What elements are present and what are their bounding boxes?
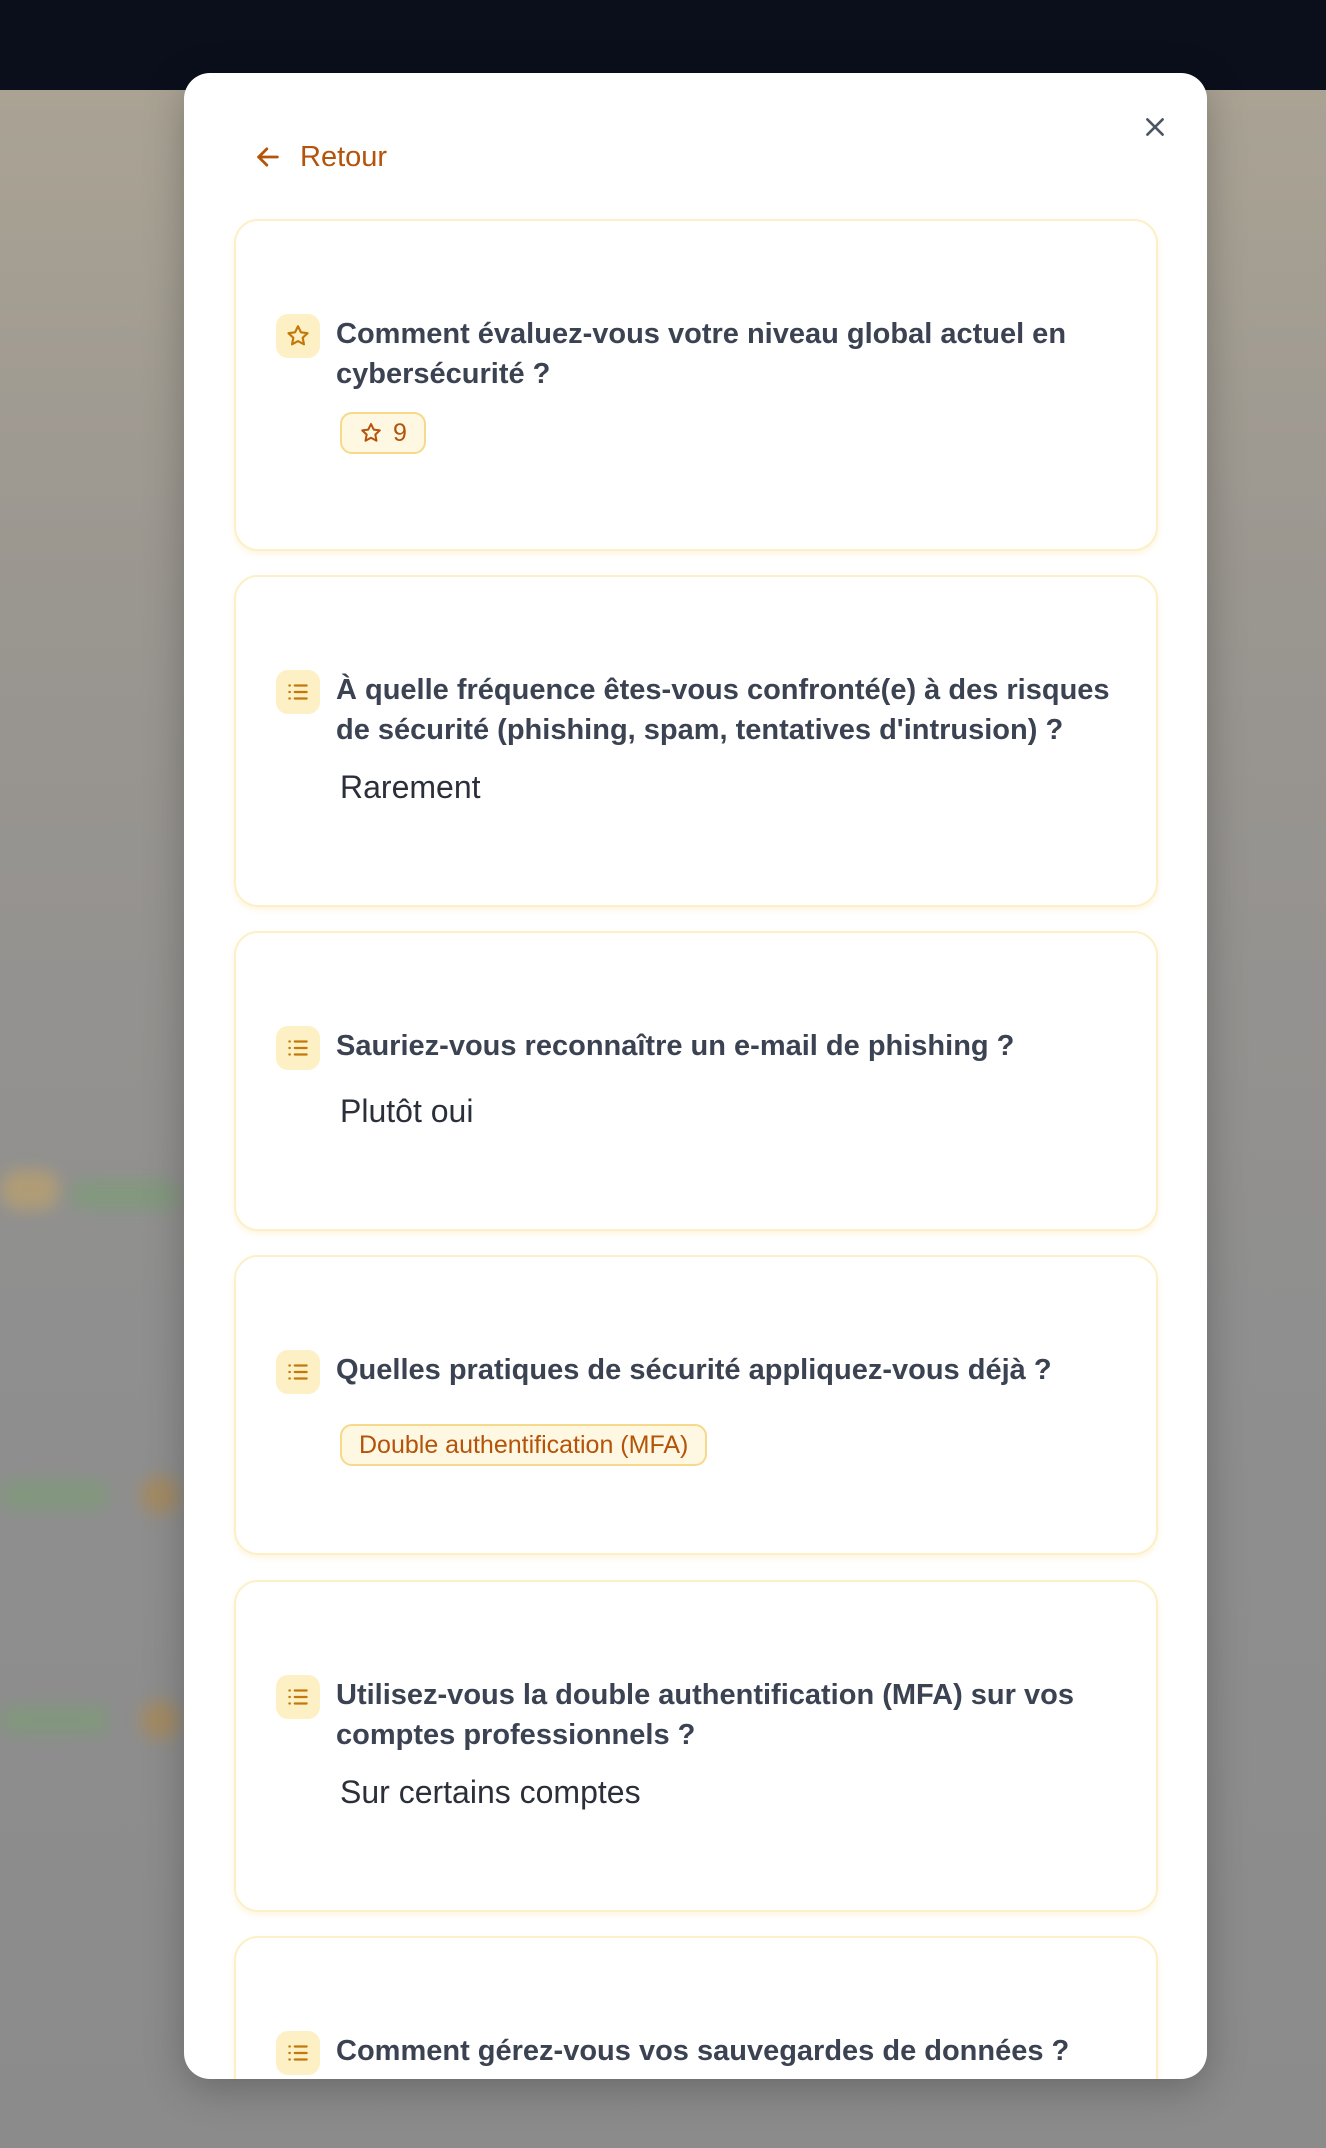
list-icon (276, 1675, 320, 1719)
question-text: Quelles pratiques de sécurité appliquez-… (336, 1354, 1052, 1386)
close-button[interactable] (1131, 103, 1179, 151)
answer-value: Sur certains comptes (340, 1774, 641, 1810)
question-text: Sauriez-vous reconnaître un e-mail de ph… (336, 1030, 1015, 1062)
arrow-left-icon (257, 147, 279, 167)
question-review-modal: Retour Comment évaluez-vous votre niveau… (184, 73, 1207, 2079)
question-card-3: Sauriez-vous reconnaître un e-mail de ph… (234, 931, 1158, 1231)
question-card-1: Comment évaluez-vous votre niveau global… (234, 219, 1158, 551)
list-icon (276, 1350, 320, 1394)
rating-badge: 9 (340, 412, 426, 454)
list-icon (276, 1026, 320, 1070)
question-card-5: Utilisez-vous la double authentification… (234, 1580, 1158, 1912)
answer-value: Rarement (340, 769, 481, 805)
question-text: Comment gérez-vous vos sauvegardes de do… (336, 2035, 1070, 2067)
back-label: Retour (300, 140, 388, 173)
close-icon (1146, 118, 1164, 136)
question-card-6: Comment gérez-vous vos sauvegardes de do… (234, 1936, 1158, 2079)
back-button[interactable]: Retour (254, 133, 387, 181)
question-card-4: Quelles pratiques de sécurité appliquez-… (234, 1255, 1158, 1555)
answer-tag: Double authentification (MFA) (340, 1424, 708, 1466)
list-icon (276, 2031, 320, 2075)
star-icon (276, 314, 320, 358)
list-icon (276, 670, 320, 714)
answer-value: Plutôt oui (340, 1093, 474, 1129)
question-text: Utilisez-vous la double authentification… (336, 1679, 1074, 1751)
rating-value: 9 (393, 418, 407, 447)
question-card-2: À quelle fréquence êtes-vous confronté(e… (234, 575, 1158, 907)
question-text: Comment évaluez-vous votre niveau global… (336, 318, 1067, 390)
star-icon (361, 423, 381, 442)
question-text: À quelle fréquence êtes-vous confronté(e… (336, 674, 1110, 746)
